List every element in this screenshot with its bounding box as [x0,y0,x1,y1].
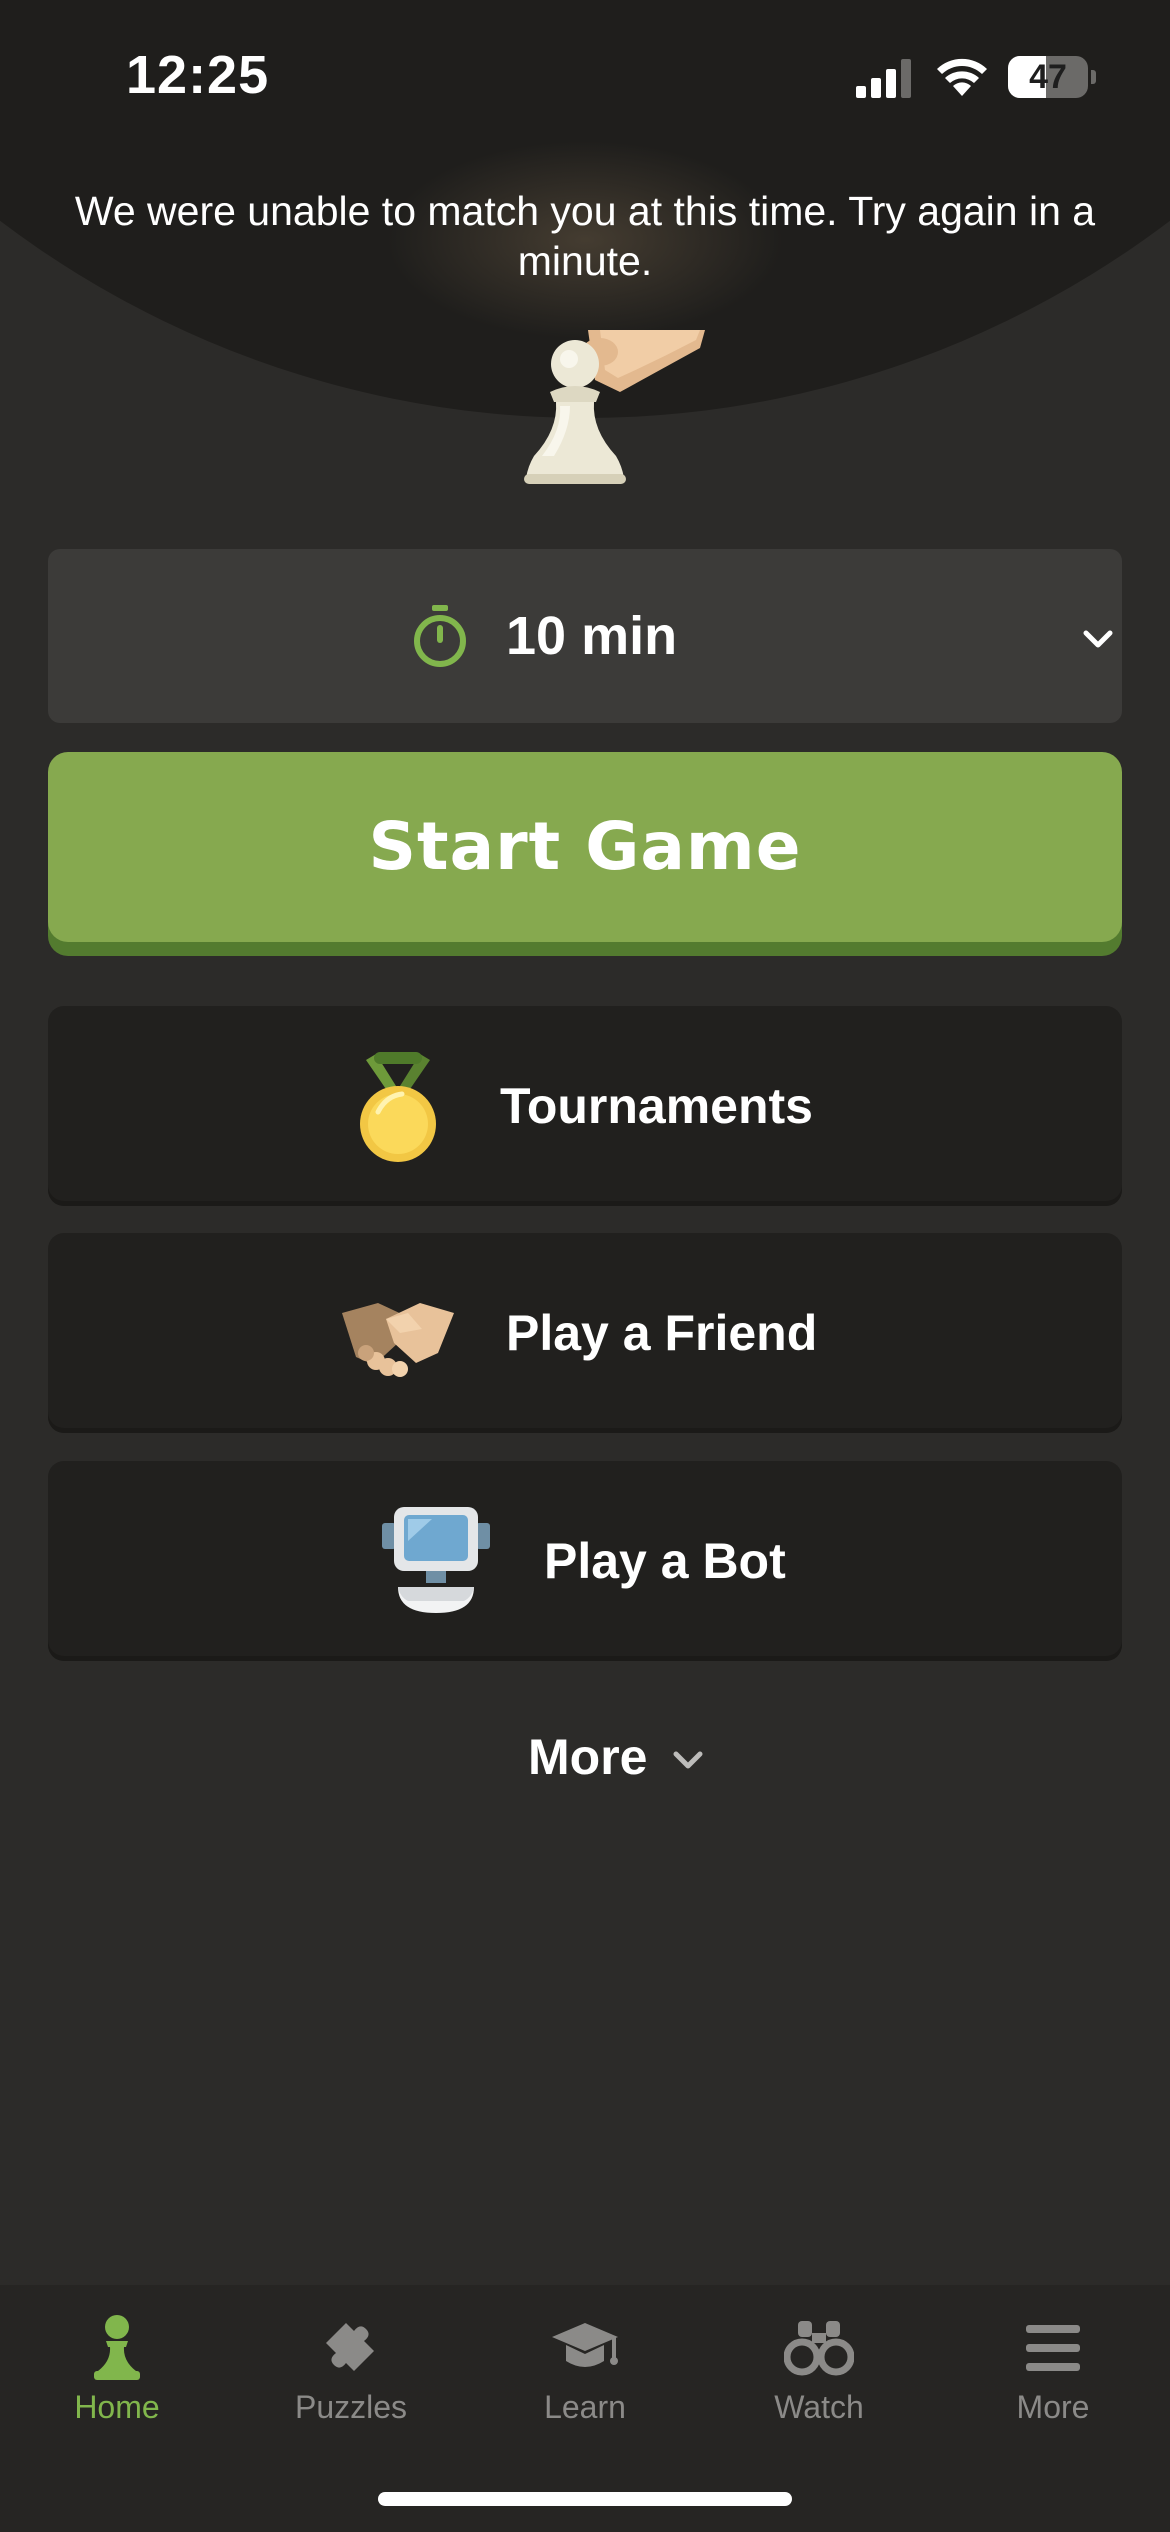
binoculars-icon [784,2321,854,2376]
start-game-label: Start Game [368,808,802,885]
more-options-label: More [528,1729,648,1785]
pawn-icon [94,2315,140,2380]
chevron-down-icon [673,1751,703,1769]
status-time: 12:25 [126,45,270,105]
nav-label-home: Home [74,2389,160,2425]
nav-tab-more[interactable]: More [936,2285,1170,2445]
nav-label-more: More [1016,2389,1090,2425]
start-game-button[interactable]: Start Game [48,752,1122,942]
play-a-friend-label: Play a Friend [506,1305,818,1361]
cellular-signal-icon [856,59,911,98]
time-control-selector[interactable]: 10 min [48,549,1122,723]
nav-tab-watch[interactable]: Watch [702,2285,936,2445]
battery-cap [1091,70,1096,84]
hamburger-menu-icon [1026,2325,1080,2371]
play-a-friend-button[interactable]: Play a Friend [48,1233,1122,1433]
pawn-hand-hero-icon [524,330,705,484]
battery-body: 47 [1008,56,1088,98]
nav-tab-puzzles[interactable]: Puzzles [234,2285,468,2445]
tournaments-label: Tournaments [500,1078,813,1134]
play-a-bot-label: Play a Bot [544,1533,786,1589]
status-bar: 12:25 47 [0,0,1170,150]
graduation-cap-icon [552,2323,618,2367]
nav-label-learn: Learn [544,2389,626,2425]
nav-tab-learn[interactable]: Learn [468,2285,702,2445]
time-control-value: 10 min [506,606,678,666]
nav-label-watch: Watch [774,2389,864,2425]
stopwatch-icon [414,605,466,667]
medal-icon [360,1052,436,1162]
match-error-notice: We were unable to match you at this time… [74,188,1096,284]
battery-level: 47 [1029,58,1067,96]
nav-tab-home[interactable]: Home [0,2285,234,2445]
battery-indicator: 47 [1008,56,1096,98]
play-a-bot-button[interactable]: Play a Bot [48,1461,1122,1661]
wifi-icon [937,58,987,96]
puzzle-icon [326,2323,374,2371]
tournaments-button[interactable]: Tournaments [48,1006,1122,1206]
chevron-down-icon [1083,630,1113,648]
more-options-toggle[interactable]: More [500,1722,720,1792]
home-indicator[interactable] [378,2492,792,2506]
robot-icon [382,1507,490,1613]
app-screen: 12:25 47 We were unable to match you at … [0,0,1170,2532]
nav-label-puzzles: Puzzles [294,2389,408,2425]
handshake-icon [342,1303,454,1377]
